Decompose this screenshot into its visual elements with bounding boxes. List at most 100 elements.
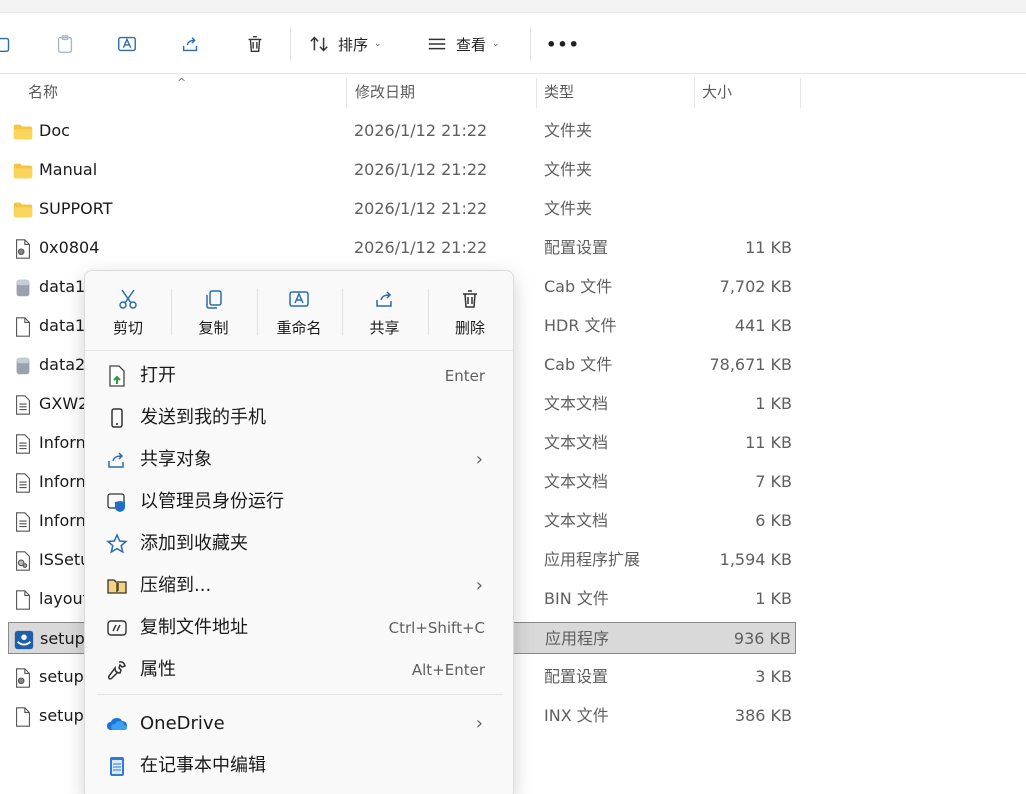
menu-item-label: 发送到我的手机 (140, 407, 266, 428)
quick-action-label: 重命名 (276, 319, 322, 337)
blank-file-icon (12, 706, 34, 728)
chevron-right-icon: › (475, 713, 483, 734)
view-button[interactable]: 查看 ⌄ (426, 28, 516, 60)
toolbar-divider (530, 26, 531, 62)
more-options-button[interactable]: ••• (546, 28, 579, 60)
file-name: Manual (39, 160, 98, 179)
quick-action-trash[interactable]: 删除 (430, 283, 510, 343)
notepad-icon (105, 754, 129, 778)
file-size: 7,702 KB (719, 277, 792, 296)
file-type: 文本文档 (544, 394, 609, 413)
menu-item-label: 复制文件地址 (140, 617, 248, 638)
file-size: 6 KB (755, 511, 792, 530)
menu-item-star[interactable]: 添加到收藏夹 (93, 524, 505, 564)
quick-action-scissors[interactable]: 剪切 (88, 283, 168, 343)
text-file-icon (12, 394, 34, 416)
rename-icon (259, 287, 339, 311)
file-modified-date: 2026/1/12 21:22 (354, 238, 488, 257)
file-type: INX 文件 (544, 706, 609, 725)
file-name: Inforn (39, 433, 86, 452)
menu-item-open[interactable]: 打开 Enter (93, 356, 505, 396)
column-header-date[interactable]: 修改日期 (355, 74, 415, 110)
menu-item-label: 在记事本中编辑 (140, 755, 266, 776)
column-divider[interactable] (346, 78, 347, 108)
menu-item-copy-path[interactable]: 复制文件地址 Ctrl+Shift+C (93, 608, 505, 648)
file-modified-date: 2026/1/12 21:22 (354, 199, 488, 218)
admin-shield-icon (105, 490, 129, 514)
paste-icon[interactable] (52, 28, 78, 60)
file-name: data1 (39, 277, 86, 296)
file-row[interactable]: SUPPORT 2026/1/12 21:22 文件夹 (8, 193, 796, 225)
context-quick-actions: 剪切 复制 重命名 共享 删除 (85, 271, 515, 349)
command-bar: 排序 ⌄ 查看 ⌄ ••• (0, 14, 1026, 74)
file-row[interactable]: Manual 2026/1/12 21:22 文件夹 (8, 154, 796, 186)
file-size: 936 KB (733, 629, 791, 648)
file-modified-date: 2026/1/12 21:22 (354, 121, 488, 140)
chevron-down-icon: ⌄ (492, 39, 500, 49)
dll-file-icon (12, 550, 34, 572)
file-name: setup (39, 706, 84, 725)
column-header-name[interactable]: 名称 (28, 74, 58, 110)
rename-icon[interactable] (114, 28, 140, 60)
menu-item-shortcut: Alt+Enter (411, 661, 485, 679)
menu-item-notepad[interactable]: 在记事本中编辑 (93, 746, 505, 786)
quick-action-label: 剪切 (112, 319, 143, 337)
file-size: 441 KB (734, 316, 792, 335)
file-type: BIN 文件 (544, 589, 609, 608)
trash-icon[interactable] (242, 28, 268, 60)
menu-divider (85, 350, 515, 351)
sort-button[interactable]: 排序 ⌄ (308, 28, 394, 60)
zip-icon (105, 574, 129, 598)
file-row[interactable]: Doc 2026/1/12 21:22 文件夹 (8, 115, 796, 147)
column-header-size[interactable]: 大小 (702, 74, 732, 110)
menu-item-admin-shield[interactable]: 以管理员身份运行 (93, 482, 505, 522)
menu-item-label: 压缩到... (140, 575, 212, 596)
menu-item-phone[interactable]: 发送到我的手机 (93, 398, 505, 438)
context-menu: 剪切 复制 重命名 共享 删除 打开 Enter 发送到我的手机 共享对象 › 以管理员身份运行添… (84, 270, 515, 794)
column-header-row: 名称 修改日期 类型 大小 (0, 74, 1026, 110)
quick-action-rename[interactable]: 重命名 (259, 283, 339, 343)
menu-item-share[interactable]: 共享对象 › (93, 440, 505, 480)
menu-item-wrench[interactable]: 属性 Alt+Enter (93, 650, 505, 690)
menu-item-onedrive-cloud[interactable]: OneDrive › (93, 704, 505, 744)
file-size: 1 KB (755, 589, 792, 608)
file-size: 11 KB (745, 238, 792, 257)
blank-file-icon (12, 589, 34, 611)
config-file-icon (12, 238, 34, 260)
cab-file-icon (12, 277, 34, 299)
menu-item-shortcut: Ctrl+Shift+C (388, 619, 485, 637)
quick-action-share[interactable]: 共享 (345, 283, 425, 343)
folder-icon (12, 121, 34, 143)
quick-action-divider (342, 289, 343, 335)
menu-item-label: 打开 (140, 365, 176, 386)
window-top-strip (0, 0, 1026, 13)
file-type: 配置设置 (544, 238, 609, 257)
file-type: HDR 文件 (544, 316, 617, 335)
folder-icon (12, 160, 34, 182)
file-row[interactable]: 0x0804 2026/1/12 21:22 配置设置 11 KB (8, 232, 796, 264)
column-header-type[interactable]: 类型 (544, 74, 574, 110)
chevron-right-icon: › (475, 449, 483, 470)
file-type: 文件夹 (544, 160, 593, 179)
column-divider[interactable] (800, 78, 801, 108)
text-file-icon (12, 433, 34, 455)
file-name: GXW2 (39, 394, 89, 413)
wrench-icon (105, 658, 129, 682)
column-divider[interactable] (694, 78, 695, 108)
sort-ascending-icon: ^ (177, 76, 187, 89)
menu-item-label: 共享对象 (140, 449, 212, 470)
file-size: 3 KB (755, 667, 792, 686)
text-file-icon (12, 511, 34, 533)
file-type: 应用程序 (545, 629, 610, 648)
quick-action-copy[interactable]: 复制 (174, 283, 254, 343)
blank-file-icon (12, 316, 34, 338)
share-icon[interactable] (178, 28, 204, 60)
file-type: 应用程序扩展 (544, 550, 641, 569)
file-type: 配置设置 (544, 667, 609, 686)
setup-exe-icon (13, 629, 35, 651)
view-list-icon (428, 38, 446, 50)
copy-icon[interactable] (0, 28, 14, 60)
column-divider[interactable] (536, 78, 537, 108)
file-name: 0x0804 (39, 238, 100, 257)
menu-item-zip[interactable]: 压缩到... › (93, 566, 505, 606)
